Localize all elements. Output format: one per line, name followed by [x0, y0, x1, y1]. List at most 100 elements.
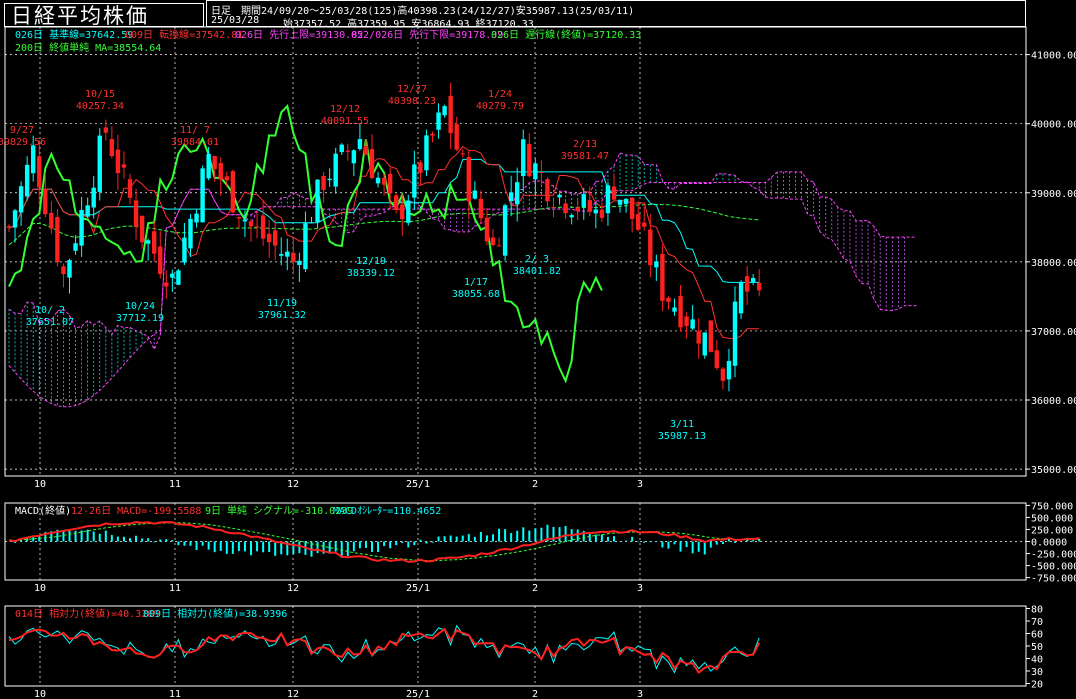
candle-body — [297, 260, 302, 265]
candle-body — [454, 124, 459, 150]
y-tick-label: 41000.00 — [1031, 51, 1076, 62]
candle-body — [333, 153, 338, 187]
chart-canvas: 10 11 12 25/1 2 3 10 11 12 25/1 2 3 10 11 12 25/1 2 3 3500… — [0, 26, 1076, 699]
annotation-date: 3/11 — [670, 419, 694, 430]
candle-body — [587, 200, 592, 212]
candle-body — [303, 223, 308, 270]
candle-body — [400, 204, 405, 220]
candle-body — [418, 162, 423, 173]
annotation-value: 39829.56 — [0, 137, 46, 148]
bar-date: 25/03/28 — [211, 15, 260, 26]
legend-macd-item: 9日 単純 シグナル=-310.0239 — [205, 504, 353, 517]
candle-body — [321, 175, 326, 190]
candle-body — [575, 207, 580, 212]
candle-body — [442, 106, 447, 116]
candle-body — [690, 319, 695, 329]
y-tick-label: -500.000 — [1031, 562, 1076, 573]
annotation-date: 2/13 — [573, 139, 597, 150]
legend-main-item: 009日 転換線=37542.81 — [125, 28, 243, 41]
candle-body — [381, 177, 387, 185]
x-tick-label: 25/1 — [406, 479, 430, 490]
candle-body — [678, 295, 683, 328]
x-tick-label: 12 — [287, 689, 299, 699]
candle-body — [115, 149, 121, 174]
candle-body — [484, 217, 490, 242]
candle-body — [37, 156, 42, 188]
candle-body — [750, 277, 756, 283]
legend-rsi-item: 014日 相対力(終値)=40.3289 — [15, 607, 159, 620]
candle-body — [206, 153, 211, 179]
y-tick-label: 60 — [1031, 630, 1043, 641]
y-tick-label: -750.000 — [1031, 574, 1076, 585]
candle-body — [654, 261, 659, 268]
annotation-date: 12/19 — [356, 256, 386, 267]
candle-body — [563, 203, 568, 214]
candle-body — [478, 198, 484, 219]
candle-body — [55, 216, 60, 263]
x-tick-label: 3 — [637, 689, 643, 699]
annotation-date: 1/24 — [488, 89, 512, 100]
candle-body — [230, 171, 236, 213]
candle-body — [24, 164, 30, 197]
candle-body — [648, 229, 653, 266]
candle-body — [236, 217, 242, 219]
candle-body — [629, 197, 635, 219]
candle-body — [273, 230, 278, 246]
x-tick-label: 2 — [532, 583, 538, 594]
y-tick-label: 40000.00 — [1031, 120, 1076, 131]
candle-body — [109, 139, 115, 157]
y-tick-label: 35000.00 — [1031, 465, 1076, 476]
candle-body — [309, 222, 314, 224]
annotation-value: 39581.47 — [561, 151, 609, 162]
annotation-value: 40398.23 — [388, 96, 436, 107]
candle-body — [18, 186, 24, 213]
candle-body — [387, 173, 393, 194]
candle-body — [732, 301, 738, 366]
candle-body — [593, 209, 599, 214]
candle-body — [406, 200, 411, 223]
candle-body — [569, 215, 574, 218]
candle-body — [430, 133, 435, 136]
annotation-date: 10/15 — [85, 89, 115, 100]
candle-body — [218, 163, 223, 180]
candle-body — [496, 245, 502, 247]
y-tick-label: 36000.00 — [1031, 396, 1076, 407]
candle-body — [623, 198, 629, 205]
page-title: 日経平均株価 — [4, 3, 204, 28]
candle-body — [291, 253, 296, 262]
candle-body — [617, 199, 623, 205]
y-tick-label: 0.0000 — [1031, 538, 1067, 549]
candle-body — [726, 361, 732, 380]
candle-body — [61, 266, 66, 275]
annotation-value: 37961.32 — [258, 310, 306, 321]
legend-macd-item: MACDｵｼﾚｰﾀｰ=110.4652 — [333, 505, 441, 517]
candle-body — [714, 350, 720, 369]
candle-body — [738, 282, 744, 314]
candle-body — [170, 273, 175, 278]
candle-body — [345, 150, 350, 152]
candle-body — [103, 127, 108, 133]
candle-body — [12, 210, 18, 228]
x-tick-label: 12 — [287, 583, 299, 594]
candle-body — [605, 185, 611, 214]
candle-body — [466, 157, 471, 202]
annotation-value: 35987.13 — [658, 431, 706, 442]
x-tick-label: 10 — [34, 583, 46, 594]
annotation-date: 12/27 — [397, 84, 427, 95]
x-tick-label: 10 — [34, 689, 46, 699]
candle-body — [551, 207, 556, 209]
y-tick-label: 250.000 — [1031, 525, 1073, 536]
candle-body — [472, 190, 478, 199]
annotation-date: 1/17 — [464, 277, 488, 288]
candle-body — [188, 218, 193, 249]
bar-ohlc: 始37357.52 高37359.95 安36864.93 終37120.33 — [283, 19, 534, 30]
candle-body — [49, 212, 54, 229]
candle-body — [611, 186, 617, 200]
candle-body — [67, 260, 72, 278]
legend-macd-item: 12-26日 MACD=-199.5588 — [71, 506, 201, 517]
candle-body — [242, 219, 248, 222]
y-tick-label: -250.000 — [1031, 550, 1076, 561]
y-tick-label: 750.000 — [1031, 501, 1073, 512]
candle-body — [369, 149, 375, 179]
candle-body — [152, 231, 157, 254]
